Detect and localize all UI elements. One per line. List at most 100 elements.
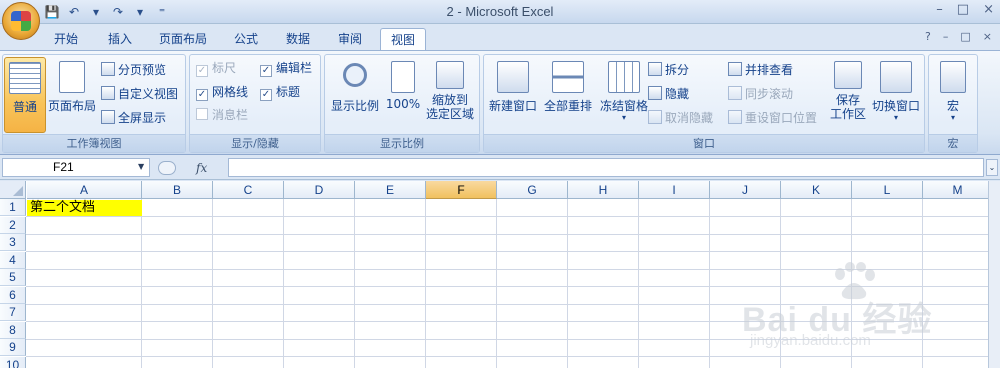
row-header-6[interactable]: 6 xyxy=(0,286,26,304)
workbook-controls: ? – □ × xyxy=(925,30,992,43)
column-header-j[interactable]: J xyxy=(710,181,781,199)
switch-windows-button[interactable]: 切换窗口 ▾ xyxy=(868,57,924,133)
zoom-100-label: 100% xyxy=(385,97,421,111)
gridlines-check-icon: ✓ xyxy=(196,89,208,101)
grid-line-horizontal xyxy=(26,251,1000,252)
tab-page-layout[interactable]: 页面布局 xyxy=(150,28,216,50)
column-header-e[interactable]: E xyxy=(355,181,426,199)
office-button[interactable] xyxy=(2,2,40,40)
column-header-m[interactable]: M xyxy=(923,181,993,199)
reset-position-button[interactable]: 重设窗口位置 xyxy=(728,109,817,127)
row-header-9[interactable]: 9 xyxy=(0,339,26,356)
row-header-7[interactable]: 7 xyxy=(0,304,26,321)
full-screen-icon xyxy=(101,110,115,124)
group-label-zoom: 显示比例 xyxy=(325,134,479,152)
grid-line-vertical xyxy=(283,199,284,368)
sync-scroll-button[interactable]: 同步滚动 xyxy=(728,85,793,103)
group-label-workbook-views: 工作簿视图 xyxy=(3,134,185,152)
row-header-10[interactable]: 10 xyxy=(0,356,26,368)
custom-views-button[interactable]: 自定义视图 xyxy=(101,85,178,103)
office-logo-icon xyxy=(11,11,31,31)
group-label-show-hide: 显示/隐藏 xyxy=(190,134,320,152)
ribbon: 普通 页面布局 分页预览 自定义视图 全屏显示 工作簿视图 ✓ 标尺 ✓ 网格线 消… xyxy=(0,50,1000,155)
column-header-l[interactable]: L xyxy=(852,181,923,199)
cell-a1[interactable]: 第二个文档 xyxy=(27,200,142,216)
formula-input[interactable] xyxy=(228,158,984,177)
column-header-g[interactable]: G xyxy=(497,181,568,199)
column-header-h[interactable]: H xyxy=(568,181,639,199)
tab-data[interactable]: 数据 xyxy=(276,28,320,50)
grid-line-vertical xyxy=(212,199,213,368)
workbook-restore-icon[interactable]: □ xyxy=(960,30,970,43)
page-break-label: 分页预览 xyxy=(118,63,167,77)
zoom-100-button[interactable]: 100% xyxy=(385,57,421,133)
select-all-corner[interactable] xyxy=(0,181,26,199)
gridlines-checkbox[interactable]: ✓ 网格线 xyxy=(196,83,248,101)
row-header-1[interactable]: 1 xyxy=(0,199,26,216)
page-layout-view-button[interactable]: 页面布局 xyxy=(47,57,97,133)
maximize-icon[interactable]: □ xyxy=(957,2,969,17)
watermark-url: jingyan.baidu.com xyxy=(750,332,871,349)
grid-line-vertical xyxy=(567,199,568,368)
workbook-close-icon[interactable]: × xyxy=(983,30,992,43)
unhide-button[interactable]: 取消隐藏 xyxy=(648,109,713,127)
view-side-by-side-button[interactable]: 并排查看 xyxy=(728,61,793,79)
zoom-to-selection-button[interactable]: 缩放到 选定区域 xyxy=(423,57,477,133)
column-header-f[interactable]: F xyxy=(426,181,497,199)
full-screen-button[interactable]: 全屏显示 xyxy=(101,109,166,127)
help-icon[interactable]: ? xyxy=(925,30,931,43)
headings-checkbox[interactable]: ✓ 标题 xyxy=(260,83,300,101)
hide-button[interactable]: 隐藏 xyxy=(648,85,689,103)
zoom-button[interactable]: 显示比例 xyxy=(327,57,383,133)
name-box[interactable]: F21 xyxy=(2,158,150,177)
tab-home[interactable]: 开始 xyxy=(44,28,88,50)
baidu-watermark: Bai du 经验 jingyan.baidu.com xyxy=(742,262,952,352)
macros-button[interactable]: 宏 ▾ xyxy=(933,57,973,133)
column-header-d[interactable]: D xyxy=(284,181,355,199)
vertical-scrollbar[interactable] xyxy=(988,181,1000,368)
ruler-checkbox[interactable]: ✓ 标尺 xyxy=(196,59,236,77)
tab-review[interactable]: 审阅 xyxy=(328,28,372,50)
zoom-selection-label-1: 缩放到 xyxy=(431,93,468,107)
freeze-panes-dropdown-icon: ▾ xyxy=(621,113,626,122)
minimize-icon[interactable]: – xyxy=(936,2,943,17)
column-header-i[interactable]: I xyxy=(639,181,710,199)
magnifier-icon xyxy=(343,63,367,87)
row-header-5[interactable]: 5 xyxy=(0,269,26,286)
message-bar-checkbox[interactable]: 消息栏 xyxy=(196,106,248,124)
formula-bar: F21 ▼ fx ⌄ xyxy=(0,156,1000,180)
save-workspace-button[interactable]: 保存 工作区 xyxy=(828,57,868,133)
row-header-8[interactable]: 8 xyxy=(0,321,26,339)
ribbon-tabs: 开始 插入 页面布局 公式 数据 审阅 视图 ? – □ × xyxy=(0,24,1000,50)
column-header-b[interactable]: B xyxy=(142,181,213,199)
arrange-all-button[interactable]: 全部重排 xyxy=(540,57,596,133)
name-box-dropdown-icon[interactable]: ▼ xyxy=(138,162,144,171)
arrange-all-label: 全部重排 xyxy=(543,99,592,113)
save-workspace-icon xyxy=(834,61,862,89)
expand-formula-bar-icon[interactable]: ⌄ xyxy=(986,159,998,176)
tab-formulas[interactable]: 公式 xyxy=(224,28,268,50)
normal-view-button[interactable]: 普通 xyxy=(4,57,46,133)
side-by-side-icon xyxy=(728,62,742,76)
insert-function-icon[interactable]: fx xyxy=(196,161,207,175)
column-header-k[interactable]: K xyxy=(781,181,852,199)
tab-insert[interactable]: 插入 xyxy=(98,28,142,50)
arrange-all-icon xyxy=(552,61,584,93)
row-header-4[interactable]: 4 xyxy=(0,251,26,269)
split-button[interactable]: 拆分 xyxy=(648,61,689,79)
window-title: 2 - Microsoft Excel xyxy=(446,4,554,19)
ruler-label: 标尺 xyxy=(212,61,237,75)
workbook-minimize-icon[interactable]: – xyxy=(943,30,949,43)
column-header-c[interactable]: C xyxy=(213,181,284,199)
close-icon[interactable]: × xyxy=(983,2,994,17)
zoom-selection-icon xyxy=(436,61,464,89)
row-header-2[interactable]: 2 xyxy=(0,216,26,234)
page-break-preview-button[interactable]: 分页预览 xyxy=(101,61,166,79)
row-header-3[interactable]: 3 xyxy=(0,234,26,251)
column-header-a[interactable]: A xyxy=(27,181,142,199)
tab-view[interactable]: 视图 xyxy=(380,28,426,50)
formula-toggle-icon[interactable] xyxy=(158,160,176,175)
freeze-panes-button[interactable]: 冻结窗格 ▾ xyxy=(596,57,652,133)
new-window-button[interactable]: 新建窗口 xyxy=(486,57,540,133)
formula-bar-checkbox[interactable]: ✓ 编辑栏 xyxy=(260,59,312,77)
